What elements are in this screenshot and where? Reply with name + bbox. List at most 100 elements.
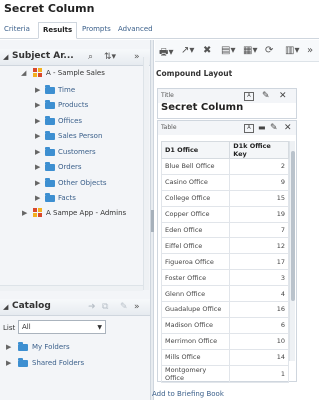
tab-bar: Criteria Results Prompts Advanced	[0, 22, 319, 39]
cell-office: Montgomery Office	[160, 364, 231, 383]
splitter-handle[interactable]	[151, 210, 154, 232]
folder-icon	[45, 131, 55, 140]
results-table: D1 Office D1k Office Key Blue Bell Offic…	[160, 141, 289, 383]
expand-pane-icon[interactable]: »	[134, 52, 140, 62]
tab-prompts[interactable]: Prompts	[82, 25, 111, 33]
tree-scrollbar[interactable]	[143, 57, 149, 290]
new-view-icon[interactable]: ▤▾	[221, 45, 235, 56]
collapse-triangle-icon[interactable]: ◢	[3, 53, 8, 61]
list-select[interactable]: All ▼	[18, 320, 106, 334]
title-view-text: Secret Column	[161, 102, 244, 113]
remove-view-icon[interactable]: ✕	[284, 123, 292, 133]
table-row: Casino Office 9	[160, 173, 289, 191]
cell-office: Merrimon Office	[160, 332, 231, 350]
column-header-office[interactable]: D1 Office	[160, 141, 231, 159]
cell-office-key: 17	[229, 253, 289, 271]
cell-office-key: 1	[229, 364, 289, 383]
tab-criteria[interactable]: Criteria	[4, 25, 30, 33]
expand-triangle-icon[interactable]: ▶	[35, 194, 40, 202]
remove-view-icon[interactable]: ✕	[279, 91, 287, 101]
folder-icon	[45, 147, 55, 156]
expand-triangle-icon[interactable]: ▶	[35, 148, 40, 156]
folder-icon	[45, 100, 55, 109]
cell-office: Casino Office	[160, 173, 231, 191]
layout-toolbar: 🖶▾ ↗▾ ✖ ▤▾ ▦▾ ⟳ ▥▾ »	[155, 40, 319, 62]
cell-office: Blue Bell Office	[160, 158, 231, 175]
list-label: List	[3, 324, 16, 332]
subject-areas-header: ◢ Subject Ar... ⌕ ⇅▾ »	[0, 49, 150, 66]
expand-triangle-icon[interactable]: ▶	[35, 101, 40, 109]
table-view-header: Table A ▬ ✎ ✕	[158, 121, 296, 135]
pane-splitter[interactable]	[150, 40, 154, 400]
catalog-title: Catalog	[12, 301, 51, 311]
tree-label-products: Products	[58, 101, 89, 109]
expand-triangle-icon[interactable]: ▶	[35, 117, 40, 125]
copy-icon[interactable]: ⧉	[102, 302, 108, 312]
expand-triangle-icon[interactable]: ▶	[35, 132, 40, 140]
tree-label-offices: Offices	[58, 117, 83, 125]
title-view: Title A ✎ ✕ Secret Column	[157, 88, 297, 119]
format-icon[interactable]: A	[244, 124, 254, 133]
view-properties-icon[interactable]: ▦▾	[243, 45, 257, 56]
folder-icon	[18, 358, 28, 367]
cell-office-key: 10	[229, 332, 289, 350]
cell-office: Glenn Office	[160, 285, 231, 303]
table-row: Madison Office 6	[160, 316, 289, 334]
table-scrollbar[interactable]	[289, 141, 295, 361]
tree-label-orders: Orders	[58, 163, 82, 171]
more-icon[interactable]: »	[307, 45, 313, 56]
table-row: Guadalupe Office 16	[160, 301, 289, 318]
expand-triangle-icon[interactable]: ▶	[35, 163, 40, 171]
tree-horizontal-scrollbar[interactable]	[0, 285, 143, 291]
cell-office-key: 16	[229, 301, 289, 318]
table-row: Copper Office 19	[160, 205, 289, 223]
expand-triangle-icon[interactable]: ▶	[22, 209, 27, 217]
chart-icon[interactable]: ▥▾	[285, 45, 299, 56]
search-icon[interactable]: ⌕	[88, 52, 93, 62]
cell-office: Figueroa Office	[160, 253, 231, 271]
table-row: College Office 15	[160, 189, 289, 207]
collapse-triangle-icon[interactable]: ◢	[3, 303, 8, 311]
table-row: Mills Office 14	[160, 348, 289, 366]
refresh-icon[interactable]: ⟳	[265, 45, 273, 56]
tree-label-my-folders: My Folders	[32, 343, 70, 351]
table-scrollbar-thumb[interactable]	[291, 151, 295, 301]
cell-office: College Office	[160, 189, 231, 207]
table-row: Montgomery Office 1	[160, 364, 289, 383]
delete-icon[interactable]: ✖	[203, 45, 211, 56]
expand-triangle-icon[interactable]: ▶	[35, 86, 40, 94]
tab-advanced[interactable]: Advanced	[118, 25, 153, 33]
table-header-row: D1 Office D1k Office Key	[160, 141, 289, 159]
sort-icon[interactable]: ⇅▾	[104, 52, 116, 62]
table-row: Merrimon Office 10	[160, 332, 289, 350]
export-icon[interactable]: ↗▾	[181, 45, 194, 56]
table-row: Foster Office 3	[160, 269, 289, 287]
cell-office: Copper Office	[160, 205, 231, 223]
print-icon[interactable]: 🖶▾	[159, 45, 173, 62]
tree-label-admins: A Sampe App - Admins	[46, 209, 127, 217]
edit-icon[interactable]: ✎	[120, 302, 128, 312]
cell-office-key: 6	[229, 316, 289, 334]
cell-office-key: 2	[229, 158, 289, 175]
expand-triangle-icon[interactable]: ▶	[35, 179, 40, 187]
expand-triangle-icon[interactable]: ▶	[6, 359, 11, 367]
expand-pane-icon[interactable]: »	[134, 302, 140, 312]
cell-office: Eiffel Office	[160, 237, 231, 255]
format-icon[interactable]: A	[244, 92, 254, 101]
tree-label-sample-sales: A - Sample Sales	[46, 69, 105, 77]
add-icon[interactable]: ➜	[88, 302, 96, 312]
expand-triangle-icon[interactable]: ▶	[6, 343, 11, 351]
tree-label-time: Time	[58, 86, 76, 94]
add-to-briefing-book-link[interactable]: Add to Briefing Book	[152, 390, 224, 398]
collapse-triangle-icon[interactable]: ◢	[21, 69, 26, 77]
cell-office-key: 19	[229, 205, 289, 223]
edit-view-icon[interactable]: ✎	[270, 123, 278, 133]
table-row: Eiffel Office 12	[160, 237, 289, 255]
tree-label-facts: Facts	[58, 194, 76, 202]
table-row: Glenn Office 4	[160, 285, 289, 303]
tab-results[interactable]: Results	[38, 22, 78, 39]
column-header-office-key[interactable]: D1k Office Key	[229, 141, 289, 159]
cell-office-key: 12	[229, 237, 289, 255]
edit-view-icon[interactable]: ✎	[262, 91, 270, 101]
keyboard-icon[interactable]: ▬	[258, 123, 266, 133]
